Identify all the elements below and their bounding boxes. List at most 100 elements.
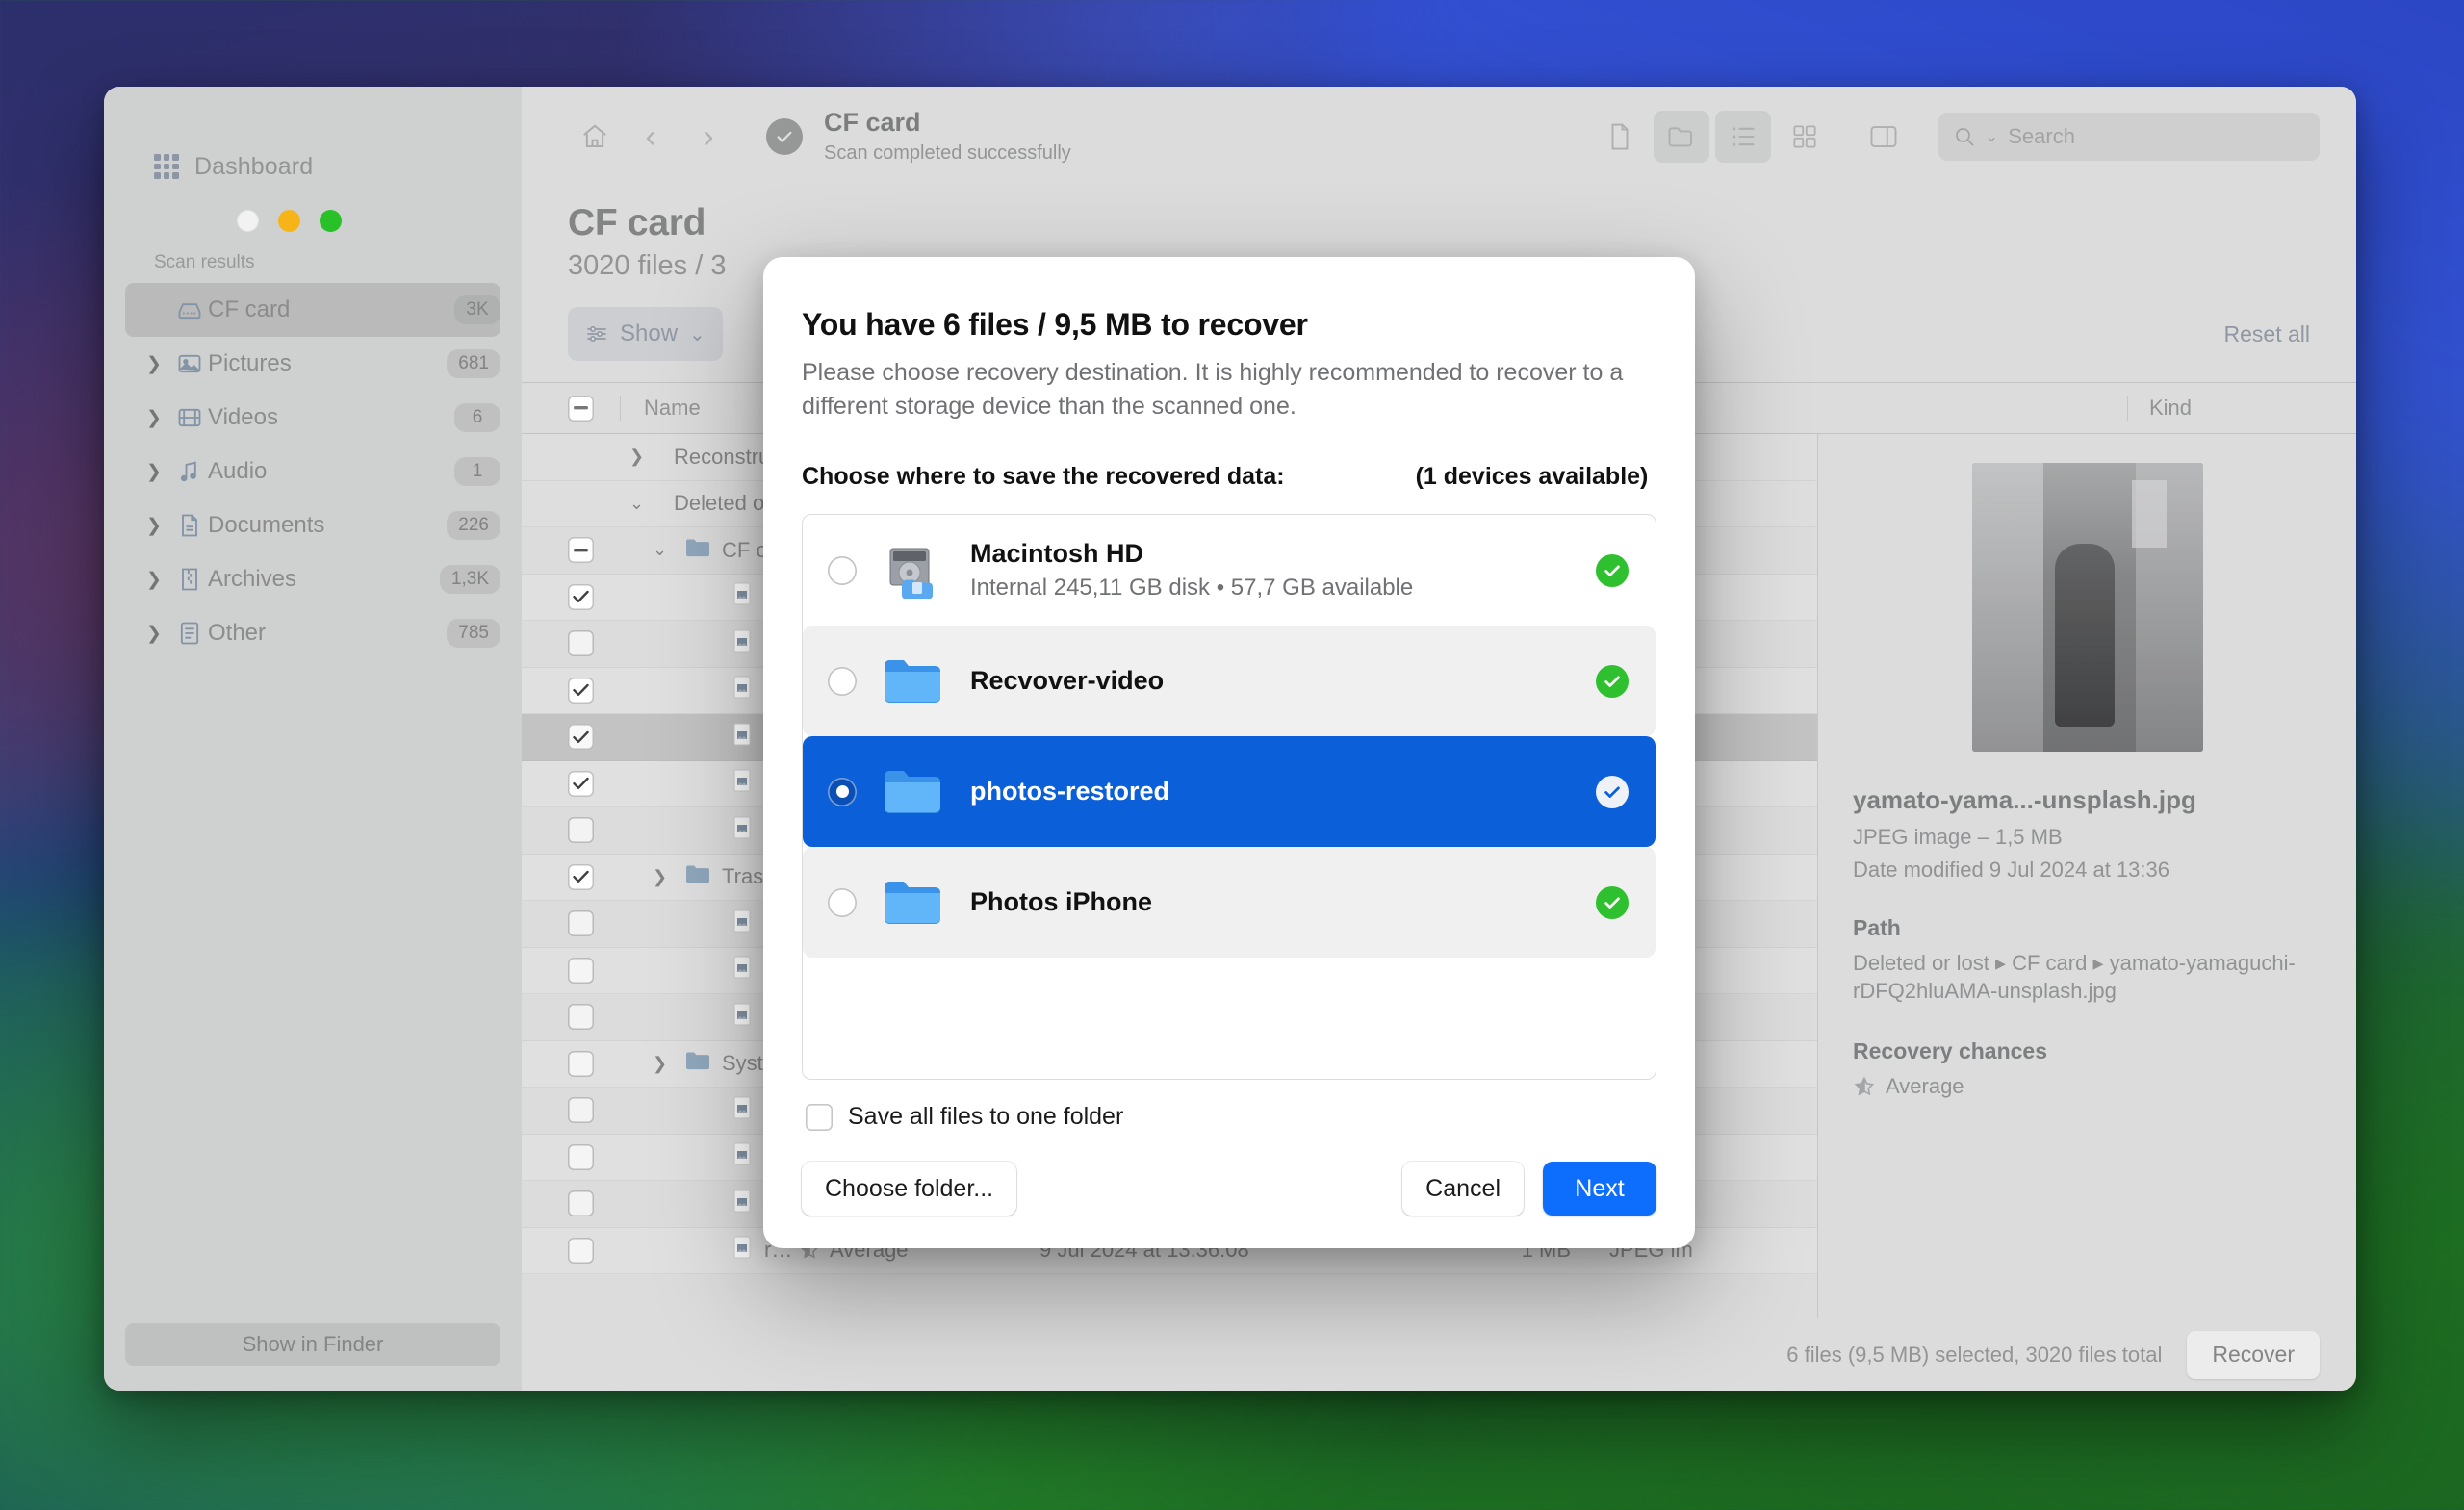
destination-device-row[interactable]: Macintosh HD Internal 245,11 GB disk • 57… <box>803 515 1656 626</box>
chevron-right-icon[interactable]: ❯ <box>146 571 171 589</box>
dashboard-grid-icon <box>154 154 179 179</box>
choose-folder-button[interactable]: Choose folder... <box>802 1162 1017 1216</box>
row-checkbox[interactable] <box>568 1004 620 1031</box>
reset-all-link[interactable]: Reset all <box>2224 321 2310 347</box>
sidebar-item-videos[interactable]: ❯ Videos 6 <box>125 391 500 445</box>
column-header-kind[interactable]: Kind <box>2127 396 2310 421</box>
row-checkbox[interactable] <box>568 583 620 610</box>
chevron-right-icon[interactable]: ❯ <box>146 625 171 643</box>
page-title: CF card <box>568 202 706 243</box>
archive-icon <box>171 566 208 593</box>
row-disclosure-icon[interactable]: ❯ <box>629 447 651 467</box>
row-checkbox[interactable] <box>568 910 620 937</box>
device-text: Recvover-video <box>970 666 1596 696</box>
next-button[interactable]: Next <box>1543 1162 1656 1216</box>
destination-device-row[interactable]: Photos iPhone <box>803 847 1656 958</box>
device-status-ok-icon <box>1596 775 1629 808</box>
device-radio[interactable] <box>828 887 857 917</box>
row-disclosure-icon[interactable]: ⌄ <box>653 540 674 560</box>
sidebar-item-badge: 6 <box>454 403 500 432</box>
dialog-description: Please choose recovery destination. It i… <box>802 359 1624 420</box>
chevron-right-icon[interactable]: ❯ <box>146 355 171 373</box>
device-status-ok-icon <box>1596 885 1629 919</box>
sidebar-item-archives[interactable]: ❯ Archives 1,3K <box>125 552 500 606</box>
sidebar: Dashboard Scan results CF card 3K ❯ Picture… <box>104 87 522 1391</box>
row-disclosure-icon[interactable]: ⌄ <box>629 494 651 514</box>
save-all-checkbox[interactable] <box>806 1103 833 1131</box>
row-checkbox[interactable] <box>568 770 620 797</box>
destination-device-row[interactable]: photos-restored <box>803 736 1656 847</box>
chevron-right-icon[interactable]: ❯ <box>146 409 171 427</box>
row-disclosure-icon[interactable]: ❯ <box>653 1054 674 1074</box>
row-checkbox[interactable] <box>568 1097 620 1124</box>
list-view-icon[interactable] <box>1715 111 1771 163</box>
cancel-button[interactable]: Cancel <box>1402 1162 1524 1216</box>
sidebar-item-label: Documents <box>208 512 325 538</box>
scan-status: CF card Scan completed successfully <box>766 108 1071 165</box>
sidebar-item-other[interactable]: ❯ Other 785 <box>125 606 500 660</box>
sidebar-item-cf-card[interactable]: CF card 3K <box>125 283 500 337</box>
grid-view-icon[interactable] <box>1777 111 1833 163</box>
forward-button[interactable]: › <box>680 110 737 164</box>
device-name: photos-restored <box>970 777 1170 806</box>
row-checkbox[interactable] <box>568 1190 620 1217</box>
preview-filename: yamato-yama...-unsplash.jpg <box>1853 785 2196 814</box>
row-checkbox[interactable] <box>568 1143 620 1170</box>
search-input[interactable]: ⌄ Search <box>1938 113 2320 161</box>
dialog-devices-available: (1 devices available) <box>1415 463 1649 490</box>
destination-device-list[interactable]: Macintosh HD Internal 245,11 GB disk • 57… <box>802 514 1656 1080</box>
back-button[interactable]: ‹ <box>622 110 680 164</box>
home-icon[interactable] <box>568 110 622 164</box>
row-checkbox[interactable] <box>568 817 620 844</box>
row-file-icon <box>732 723 753 752</box>
chevron-right-icon[interactable]: ❯ <box>146 517 171 535</box>
folder-view-icon[interactable] <box>1654 111 1709 163</box>
minimize-icon[interactable] <box>278 210 300 232</box>
device-radio[interactable] <box>828 555 857 585</box>
device-radio[interactable] <box>828 666 857 696</box>
sidebar-item-badge: 1 <box>454 457 500 486</box>
dialog-title: You have 6 files / 9,5 MB to recover <box>802 307 1308 342</box>
save-all-to-one-folder-row[interactable]: Save all files to one folder <box>802 1080 1656 1131</box>
folder-icon <box>870 656 955 706</box>
sidebar-item-audio[interactable]: ❯ Audio 1 <box>125 445 500 499</box>
row-file-icon <box>685 1050 710 1077</box>
sidebar-item-pictures[interactable]: ❯ Pictures 681 <box>125 337 500 391</box>
close-icon[interactable] <box>237 210 259 232</box>
show-in-finder-button[interactable]: Show in Finder <box>125 1323 500 1366</box>
row-checkbox[interactable] <box>568 724 620 751</box>
sidebar-toggle-icon[interactable] <box>1856 111 1912 163</box>
status-bar: 6 files (9,5 MB) selected, 3020 files to… <box>522 1318 2356 1391</box>
device-radio[interactable] <box>828 777 857 806</box>
recover-button[interactable]: Recover <box>2187 1330 2320 1379</box>
row-file-icon <box>732 582 753 611</box>
device-name: Photos iPhone <box>970 887 1152 916</box>
row-checkbox[interactable] <box>568 630 620 657</box>
sidebar-dashboard-label: Dashboard <box>194 152 314 180</box>
row-checkbox[interactable] <box>568 537 620 564</box>
row-file-icon <box>732 629 753 658</box>
preview-kind-size: JPEG image – 1,5 MB <box>1853 824 2063 849</box>
chevron-right-icon[interactable]: ❯ <box>146 463 171 481</box>
row-checkbox[interactable] <box>568 677 620 704</box>
select-all-checkbox[interactable] <box>568 395 620 422</box>
preview-date-modified: Date modified 9 Jul 2024 at 13:36 <box>1853 857 2170 882</box>
row-file-icon <box>685 863 710 890</box>
file-view-icon[interactable] <box>1592 111 1648 163</box>
sidebar-item-badge: 226 <box>447 511 500 540</box>
show-filter-button[interactable]: Show ⌄ <box>568 307 723 361</box>
search-placeholder: Search <box>2008 124 2075 148</box>
row-checkbox[interactable] <box>568 1050 620 1077</box>
toolbar-title: CF card <box>824 108 921 138</box>
destination-device-row[interactable]: Recvover-video <box>803 626 1656 736</box>
sidebar-item-dashboard[interactable]: Dashboard <box>104 137 522 191</box>
row-checkbox[interactable] <box>568 863 620 890</box>
maximize-icon[interactable] <box>320 210 342 232</box>
drive-icon <box>171 296 208 323</box>
recovery-destination-dialog: You have 6 files / 9,5 MB to recover Ple… <box>763 257 1695 1248</box>
row-file-icon <box>732 1003 753 1032</box>
row-disclosure-icon[interactable]: ❯ <box>653 867 674 887</box>
row-checkbox[interactable] <box>568 957 620 984</box>
row-checkbox[interactable] <box>568 1237 620 1264</box>
sidebar-item-documents[interactable]: ❯ Documents 226 <box>125 499 500 552</box>
